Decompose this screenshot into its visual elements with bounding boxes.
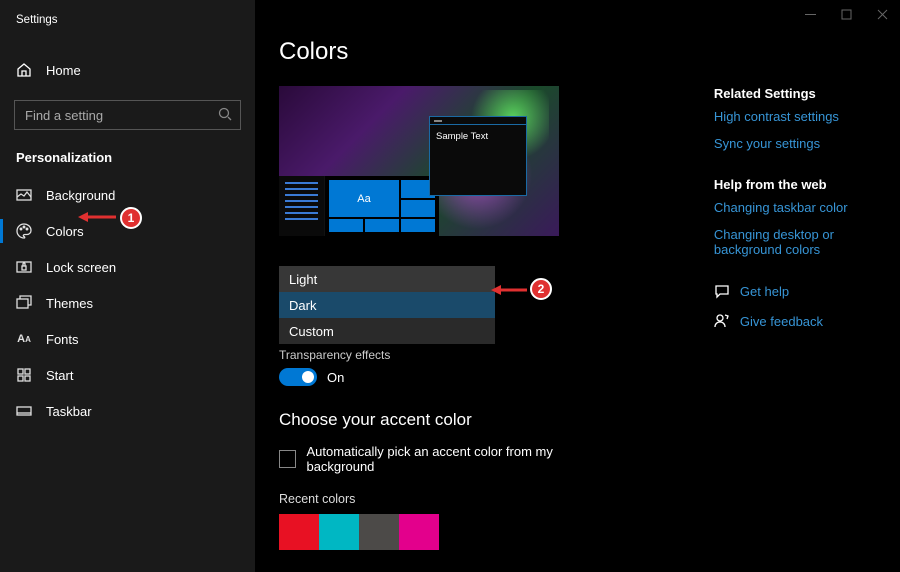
sidebar-item-start[interactable]: Start [0,357,255,393]
palette-icon [16,223,32,239]
give-feedback-link[interactable]: Give feedback [714,313,900,329]
sidebar-item-taskbar[interactable]: Taskbar [0,393,255,429]
sidebar-item-themes[interactable]: Themes [0,285,255,321]
category-heading: Personalization [0,130,255,177]
swatch-3[interactable] [399,514,439,550]
search-icon [218,107,232,124]
fonts-icon: AA [16,331,32,347]
taskbar-icon [16,403,32,419]
swatch-2[interactable] [359,514,399,550]
page-title: Colors [279,38,900,66]
transparency-toggle[interactable] [279,368,317,386]
recent-colors-label: Recent colors [279,492,614,506]
sidebar: Settings Home Personalization Background… [0,0,255,572]
help-heading: Help from the web [714,177,900,192]
transparency-value: On [327,370,344,385]
related-heading: Related Settings [714,86,900,101]
sidebar-item-fonts[interactable]: AA Fonts [0,321,255,357]
color-mode-dropdown[interactable]: Light Dark Custom [279,266,495,344]
search-box[interactable] [14,100,241,130]
dropdown-option-light[interactable]: Light [279,266,495,292]
auto-accent-label: Automatically pick an accent color from … [306,444,613,474]
start-icon [16,367,32,383]
swatch-0[interactable] [279,514,319,550]
auto-accent-row[interactable]: Automatically pick an accent color from … [279,444,614,474]
home-icon [16,62,32,78]
search-input[interactable] [25,108,218,123]
preview-window: Sample Text [429,116,527,196]
dropdown-option-custom[interactable]: Custom [279,318,495,344]
dropdown-option-dark[interactable]: Dark [279,292,495,318]
swatch-1[interactable] [319,514,359,550]
link-desktop-colors[interactable]: Changing desktop or background colors [714,227,900,257]
sidebar-item-home[interactable]: Home [0,54,255,86]
accent-heading: Choose your accent color [279,410,614,430]
link-sync-settings[interactable]: Sync your settings [714,136,900,151]
annotation-arrow-1 [78,210,118,227]
nav-label: Lock screen [46,260,116,275]
nav-label: Taskbar [46,404,92,419]
nav-label: Fonts [46,332,79,347]
nav-label: Background [46,188,115,203]
chat-icon [714,283,730,299]
main-content: Colors Aa Sample Text [255,0,900,572]
annotation-marker-2: 2 [530,278,552,300]
preview-sample-text: Sample Text [430,125,526,142]
feedback-icon [714,313,730,329]
recent-colors [279,514,614,550]
color-preview: Aa Sample Text [279,86,559,236]
get-help-label: Get help [740,284,789,299]
app-title: Settings [0,10,255,26]
picture-icon [16,187,32,203]
lock-icon [16,259,32,275]
transparency-label: Transparency effects [279,348,614,362]
themes-icon [16,295,32,311]
sidebar-item-lockscreen[interactable]: Lock screen [0,249,255,285]
get-help-link[interactable]: Get help [714,283,900,299]
link-taskbar-color[interactable]: Changing taskbar color [714,200,900,215]
auto-accent-checkbox[interactable] [279,450,296,468]
preview-tile-aa: Aa [329,180,399,217]
annotation-arrow-2 [491,283,529,300]
link-high-contrast[interactable]: High contrast settings [714,109,900,124]
nav-label: Start [46,368,73,383]
home-label: Home [46,63,81,78]
annotation-marker-1: 1 [120,207,142,229]
give-feedback-label: Give feedback [740,314,823,329]
nav-label: Themes [46,296,93,311]
